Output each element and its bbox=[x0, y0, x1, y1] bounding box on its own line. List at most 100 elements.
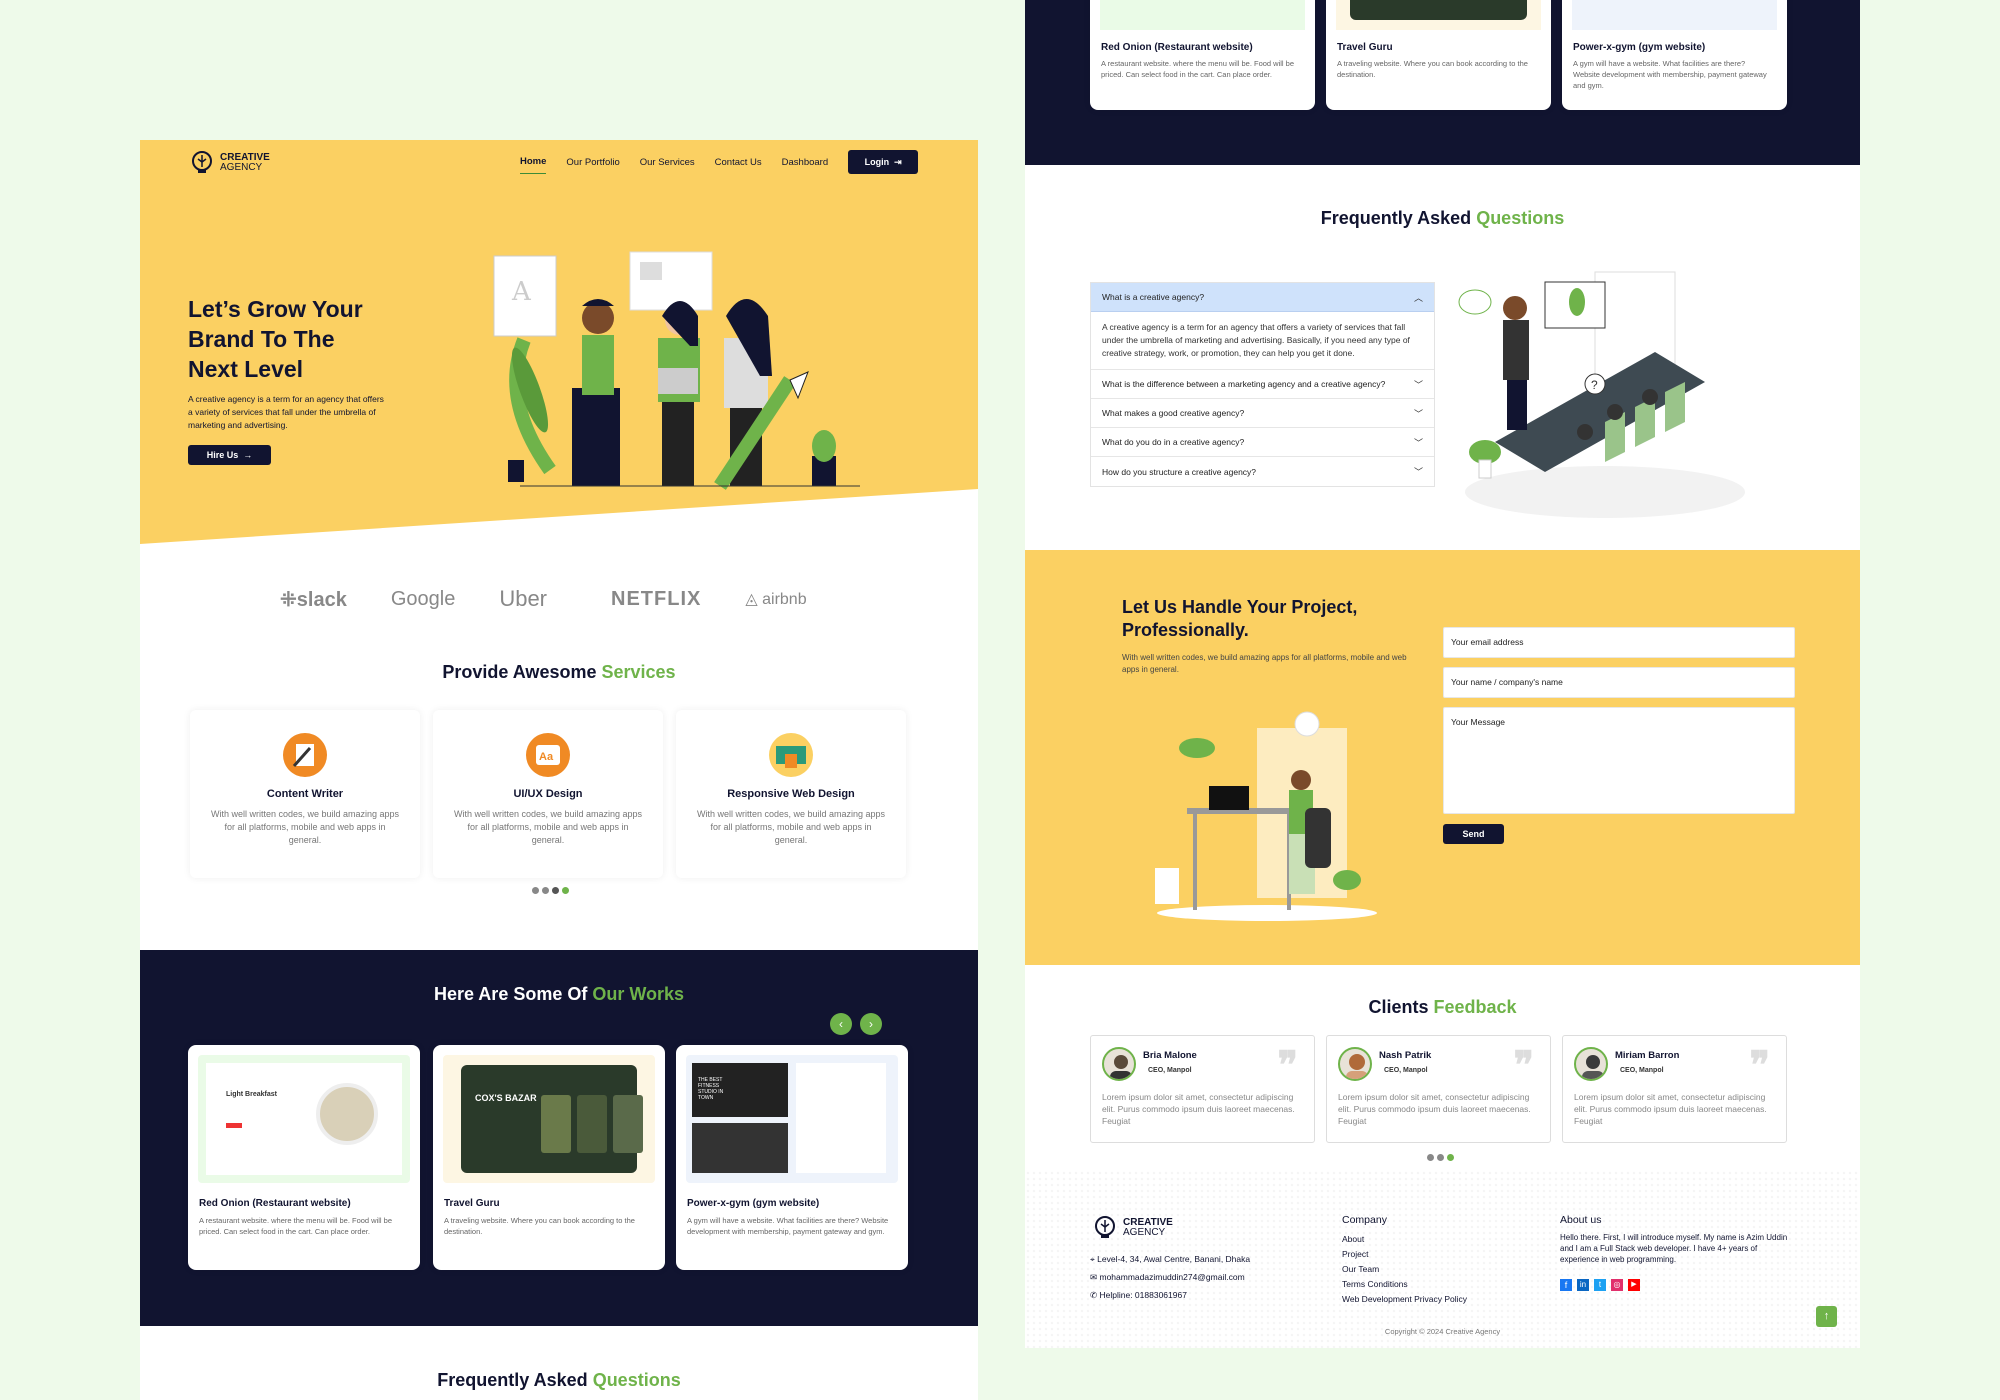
brand-logo[interactable]: CREATIVE AGENCY bbox=[190, 150, 270, 176]
partner-uber: Uber bbox=[499, 586, 548, 611]
hero-team-illustration: A bbox=[493, 251, 860, 490]
nav-portfolio[interactable]: Our Portfolio bbox=[566, 157, 619, 174]
partner-airbnb-label: airbnb bbox=[762, 591, 807, 608]
faq-item[interactable]: What do you do in a creative agency? ﹀ bbox=[1091, 428, 1434, 457]
work-title: Travel Guru bbox=[1337, 42, 1393, 53]
send-button[interactable]: Send bbox=[1443, 824, 1504, 844]
facebook-icon[interactable]: f bbox=[1560, 1279, 1572, 1291]
work-title: Travel Guru bbox=[444, 1198, 500, 1209]
footer-about-title: About us bbox=[1560, 1214, 1602, 1226]
service-title: Content Writer bbox=[266, 788, 344, 800]
service-desc: With well written codes, we build amazin… bbox=[696, 809, 886, 845]
nav-dashboard[interactable]: Dashboard bbox=[782, 157, 828, 174]
scroll-top-button[interactable]: ↑ bbox=[1816, 1306, 1837, 1327]
service-title: UI/UX Design bbox=[513, 788, 583, 800]
works-prev-button[interactable]: ‹ bbox=[830, 1013, 852, 1035]
client-role: CEO, Manpol bbox=[1620, 1067, 1664, 1074]
faq-question: What do you do in a creative agency? bbox=[1102, 437, 1245, 447]
feedback-card: Miriam Barron CEO, Manpol ❞ Lorem ipsum … bbox=[1562, 1035, 1787, 1143]
ui-ux-design-icon: Aa bbox=[526, 733, 570, 777]
service-card[interactable]: Aa UI/UX Design With well written codes,… bbox=[433, 710, 663, 878]
screenshot-frame bbox=[1350, 0, 1527, 20]
footer-company-title: Company bbox=[1342, 1214, 1387, 1226]
nav-home[interactable]: Home bbox=[520, 156, 547, 174]
email-input[interactable]: Your email address bbox=[1443, 627, 1795, 658]
chevron-left-icon: ‹ bbox=[839, 1017, 843, 1031]
hero-title-line: Let’s Grow Your bbox=[188, 296, 363, 322]
instagram-icon[interactable]: ◎ bbox=[1611, 1279, 1623, 1291]
footer-link[interactable]: Project bbox=[1342, 1247, 1467, 1262]
hire-us-button[interactable]: Hire Us → bbox=[188, 445, 271, 465]
destination-card-image bbox=[541, 1095, 571, 1153]
work-card[interactable]: Red Onion (Restaurant website) A restaur… bbox=[1090, 0, 1315, 110]
airbnb-icon: ◬ bbox=[745, 591, 758, 608]
quote-icon: ❞ bbox=[1513, 1042, 1534, 1087]
nav-contact[interactable]: Contact Us bbox=[715, 157, 762, 174]
footer-helpline-text: Helpline: 01883061967 bbox=[1099, 1290, 1187, 1300]
footer-about-text: Hello there. First, I will introduce mys… bbox=[1560, 1233, 1788, 1264]
screenshot-button bbox=[226, 1123, 242, 1128]
message-placeholder: Your Message bbox=[1451, 717, 1506, 727]
hero-title-line: Next Level bbox=[188, 356, 304, 382]
footer-link[interactable]: Terms Conditions bbox=[1342, 1277, 1467, 1292]
client-role: CEO, Manpol bbox=[1148, 1067, 1192, 1074]
screenshot-frame bbox=[692, 1123, 788, 1173]
faq-item-open[interactable]: What is a creative agency? ︿ bbox=[1091, 283, 1434, 312]
nav-services[interactable]: Our Services bbox=[640, 157, 695, 174]
work-card[interactable]: Power-x-gym (gym website) A gym will hav… bbox=[1562, 0, 1787, 110]
work-card[interactable]: COX'S BAZAR Travel Guru A traveling webs… bbox=[433, 1045, 665, 1270]
faq-item[interactable]: What makes a good creative agency? ﹀ bbox=[1091, 399, 1434, 428]
name-input[interactable]: Your name / company's name bbox=[1443, 667, 1795, 698]
carousel-dot[interactable] bbox=[1437, 1154, 1444, 1161]
work-card[interactable]: THE BEST FITNESS STUDIO IN TOWN Power-x-… bbox=[676, 1045, 908, 1270]
landing-page-bottom: Red Onion (Restaurant website) A restaur… bbox=[1025, 0, 1860, 1348]
social-links: f in t ◎ ▶ bbox=[1560, 1279, 1795, 1291]
faq-title: Frequently Asked Questions bbox=[1025, 208, 1860, 229]
carousel-dot-active[interactable] bbox=[562, 887, 569, 894]
carousel-dot[interactable] bbox=[542, 887, 549, 894]
youtube-icon[interactable]: ▶ bbox=[1628, 1279, 1640, 1291]
footer-logo[interactable]: CREATIVE AGENCY bbox=[1093, 1215, 1173, 1241]
work-screenshot: Light Breakfast bbox=[198, 1055, 410, 1183]
service-desc: With well written codes, we build amazin… bbox=[210, 809, 400, 845]
faq-question: What is the difference between a marketi… bbox=[1102, 379, 1386, 389]
client-name: Bria Malone bbox=[1143, 1050, 1197, 1061]
footer-link[interactable]: Web Development Privacy Policy bbox=[1342, 1292, 1467, 1307]
contact-text: With well written codes, we build amazin… bbox=[1122, 653, 1407, 674]
linkedin-icon[interactable]: in bbox=[1577, 1279, 1589, 1291]
footer-link[interactable]: About bbox=[1342, 1232, 1467, 1247]
service-card[interactable]: Content Writer With well written codes, … bbox=[190, 710, 420, 878]
faq-item[interactable]: How do you structure a creative agency? ﹀ bbox=[1091, 457, 1434, 486]
message-textarea[interactable]: Your Message bbox=[1443, 707, 1795, 814]
footer-email[interactable]: ✉ mohammadazimuddin274@gmail.com bbox=[1090, 1268, 1250, 1286]
lightbulb-logo-icon bbox=[192, 151, 212, 173]
arrow-right-icon: → bbox=[243, 450, 253, 460]
person-avatar-icon bbox=[1110, 1055, 1132, 1079]
footer-email-text: mohammadazimuddin274@gmail.com bbox=[1099, 1272, 1245, 1282]
carousel-dot-active[interactable] bbox=[1447, 1154, 1454, 1161]
work-card[interactable]: Travel Guru A traveling website. Where y… bbox=[1326, 0, 1551, 110]
svg-text:?: ? bbox=[1591, 378, 1598, 392]
carousel-dot[interactable] bbox=[1427, 1154, 1434, 1161]
send-label: Send bbox=[1462, 829, 1485, 839]
carousel-dot[interactable] bbox=[532, 887, 539, 894]
login-button[interactable]: Login ⇥ bbox=[848, 150, 919, 174]
works-next-button[interactable]: › bbox=[860, 1013, 882, 1035]
services-title-accent: Services bbox=[601, 662, 676, 682]
faq-question: What makes a good creative agency? bbox=[1102, 408, 1245, 418]
email-placeholder: Your email address bbox=[1451, 637, 1524, 647]
service-card[interactable]: Responsive Web Design With well written … bbox=[676, 710, 906, 878]
chevron-down-icon: ﹀ bbox=[1413, 437, 1423, 448]
work-card[interactable]: Light Breakfast Red Onion (Restaurant we… bbox=[188, 1045, 420, 1270]
twitter-icon[interactable]: t bbox=[1594, 1279, 1606, 1291]
chevron-down-icon: ﹀ bbox=[1413, 408, 1423, 419]
client-feedback: Lorem ipsum dolor sit amet, consectetur … bbox=[1102, 1092, 1295, 1126]
screenshot-frame: Light Breakfast bbox=[206, 1063, 402, 1175]
carousel-dot[interactable] bbox=[552, 887, 559, 894]
brand-name-line2: AGENCY bbox=[1123, 1227, 1166, 1238]
faq-item[interactable]: What is the difference between a marketi… bbox=[1091, 370, 1434, 399]
footer-link[interactable]: Our Team bbox=[1342, 1262, 1467, 1277]
main-nav: Home Our Portfolio Our Services Contact … bbox=[520, 150, 919, 174]
feedback-title: Clients Feedback bbox=[1025, 997, 1860, 1018]
feedback-carousel-dots bbox=[1427, 1154, 1454, 1161]
